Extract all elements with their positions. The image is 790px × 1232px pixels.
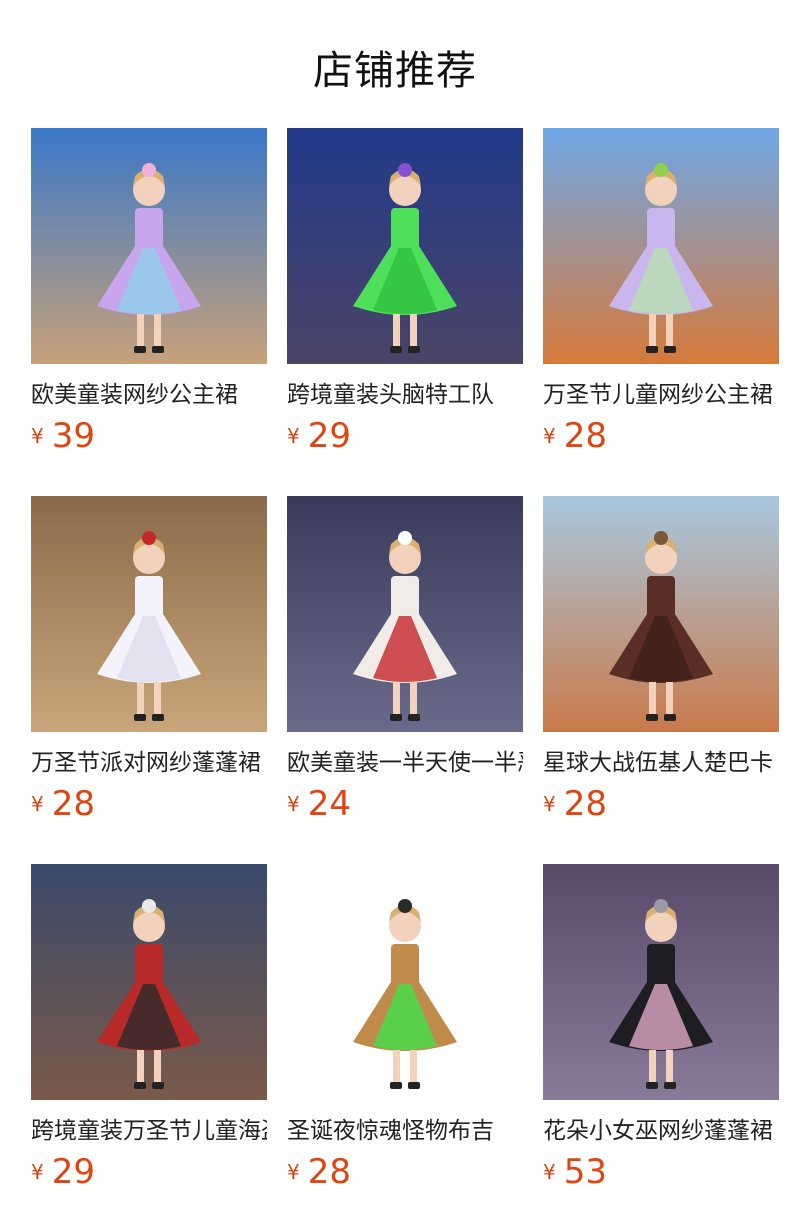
product-card[interactable]: 花朵小女巫网纱蓬蓬裙 ¥53 (543, 864, 779, 1204)
product-image[interactable] (543, 496, 779, 732)
price-value: 39 (51, 416, 95, 456)
product-card[interactable]: 星球大战伍基人楚巴卡 ¥28 (543, 496, 779, 836)
product-image[interactable] (543, 128, 779, 364)
currency-symbol: ¥ (287, 1160, 300, 1184)
currency-symbol: ¥ (287, 424, 300, 448)
product-name[interactable]: 跨境童装万圣节儿童海盗 (31, 1116, 267, 1146)
shop-recommendations-page: 店铺推荐 欧美童装网纱公主裙 ¥39 跨境童装头脑特工队 ¥29 万圣节儿童网纱公主裙 ¥… (0, 0, 790, 1232)
price-value: 28 (563, 784, 607, 824)
product-image[interactable] (31, 864, 267, 1100)
product-name[interactable]: 万圣节派对网纱蓬蓬裙 (31, 748, 267, 778)
product-price: ¥53 (543, 1152, 607, 1192)
product-price: ¥28 (31, 784, 95, 824)
product-price: ¥29 (31, 1152, 95, 1192)
product-card[interactable]: 万圣节儿童网纱公主裙 ¥28 (543, 128, 779, 468)
product-card[interactable]: 跨境童装万圣节儿童海盗 ¥29 (31, 864, 267, 1204)
currency-symbol: ¥ (31, 1160, 44, 1184)
product-card[interactable]: 万圣节派对网纱蓬蓬裙 ¥28 (31, 496, 267, 836)
price-value: 53 (563, 1152, 607, 1192)
product-price: ¥29 (287, 416, 351, 456)
product-price: ¥28 (543, 784, 607, 824)
currency-symbol: ¥ (287, 792, 300, 816)
product-name[interactable]: 花朵小女巫网纱蓬蓬裙 (543, 1116, 779, 1146)
product-name[interactable]: 星球大战伍基人楚巴卡 (543, 748, 779, 778)
product-price: ¥28 (543, 416, 607, 456)
product-price: ¥24 (287, 784, 351, 824)
product-price: ¥28 (287, 1152, 351, 1192)
price-value: 29 (307, 416, 351, 456)
product-name[interactable]: 欧美童装网纱公主裙 (31, 380, 267, 410)
price-value: 29 (51, 1152, 95, 1192)
product-image[interactable] (287, 496, 523, 732)
product-name[interactable]: 圣诞夜惊魂怪物布吉 (287, 1116, 523, 1146)
product-card[interactable]: 欧美童装一半天使一半恶魔 ¥24 (287, 496, 523, 836)
currency-symbol: ¥ (31, 424, 44, 448)
page-title: 店铺推荐 (313, 48, 477, 94)
currency-symbol: ¥ (543, 1160, 556, 1184)
product-image[interactable] (543, 864, 779, 1100)
price-value: 28 (51, 784, 95, 824)
price-value: 24 (307, 784, 351, 824)
currency-symbol: ¥ (31, 792, 44, 816)
product-card[interactable]: 圣诞夜惊魂怪物布吉 ¥28 (287, 864, 523, 1204)
product-name[interactable]: 欧美童装一半天使一半恶魔 (287, 748, 523, 778)
product-image[interactable] (31, 128, 267, 364)
product-price: ¥39 (31, 416, 95, 456)
product-card[interactable]: 欧美童装网纱公主裙 ¥39 (31, 128, 267, 468)
currency-symbol: ¥ (543, 792, 556, 816)
price-value: 28 (307, 1152, 351, 1192)
product-image[interactable] (287, 864, 523, 1100)
price-value: 28 (563, 416, 607, 456)
product-image[interactable] (31, 496, 267, 732)
product-image[interactable] (287, 128, 523, 364)
product-name[interactable]: 万圣节儿童网纱公主裙 (543, 380, 779, 410)
product-card[interactable]: 跨境童装头脑特工队 ¥29 (287, 128, 523, 468)
currency-symbol: ¥ (543, 424, 556, 448)
product-name[interactable]: 跨境童装头脑特工队 (287, 380, 523, 410)
